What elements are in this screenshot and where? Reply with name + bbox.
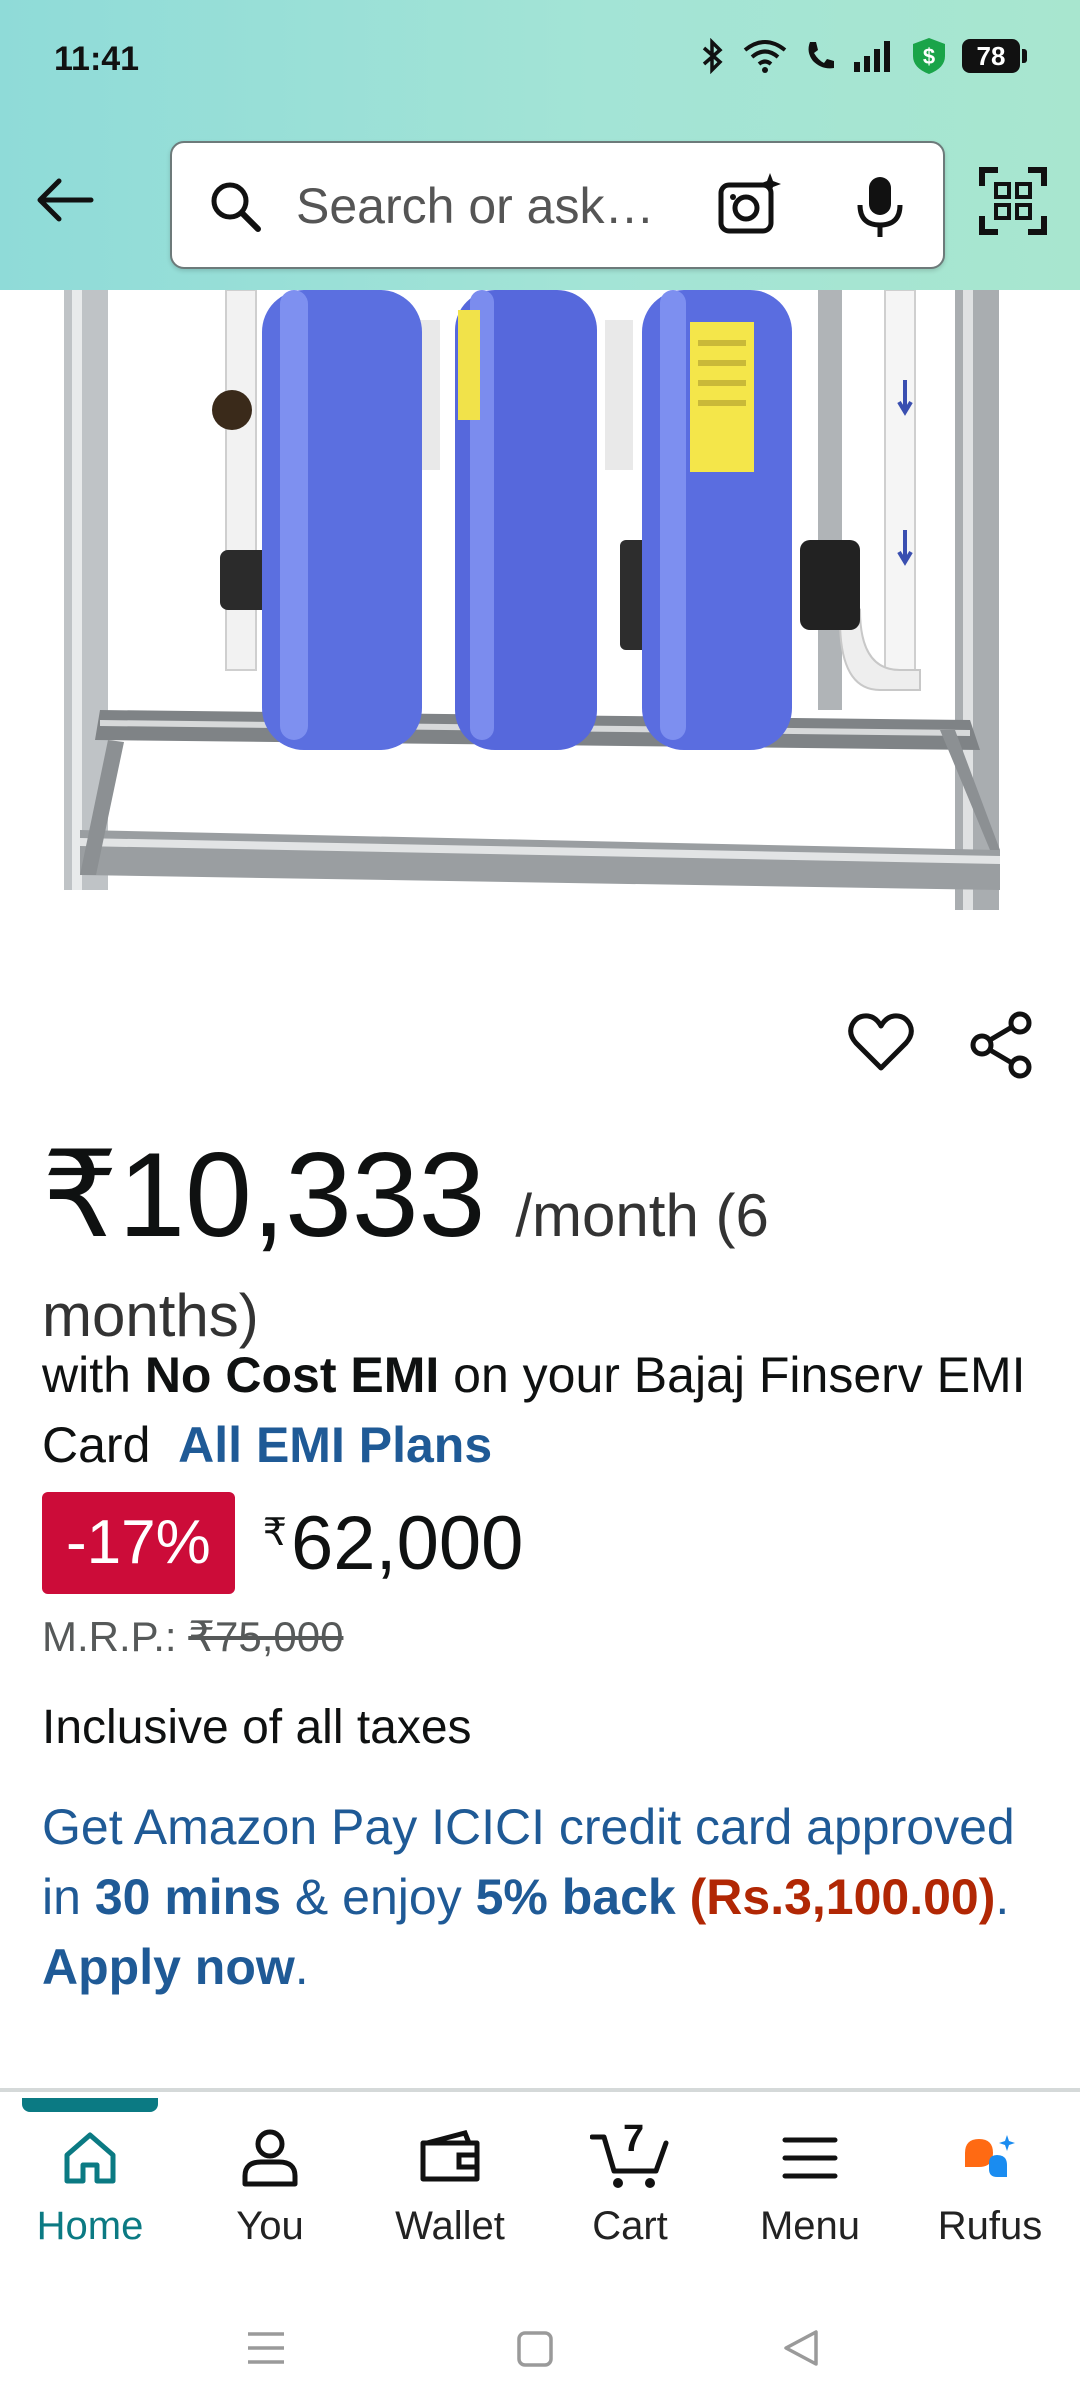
emi-description: with No Cost EMI on your Bajaj Finserv E…	[42, 1340, 1042, 1480]
nav-menu-label: Menu	[759, 2204, 861, 2248]
deal-price-value: 62,000	[290, 1500, 524, 1586]
shield-dollar-icon: $	[913, 38, 945, 74]
credit-card-offer[interactable]: Get Amazon Pay ICICI credit card approve…	[42, 1792, 1042, 2002]
offer-dot: .	[995, 1869, 1010, 1925]
microphone-icon[interactable]	[854, 173, 906, 241]
search-placeholder: Search or ask…	[296, 178, 655, 234]
nav-cart-label: Cart	[592, 2204, 668, 2248]
cart-count-badge: 7	[623, 2118, 645, 2160]
home-square-icon[interactable]	[516, 2330, 554, 2368]
arrow-left-icon	[37, 178, 94, 222]
camera-search-icon[interactable]	[716, 171, 782, 239]
nav-rufus[interactable]: Rufus	[900, 2100, 1080, 2280]
nav-wallet[interactable]: Wallet	[360, 2100, 540, 2280]
wifi-icon	[743, 40, 787, 73]
nav-you-label: You	[236, 2204, 304, 2248]
offer-space	[676, 1869, 690, 1925]
discount-badge: -17%	[42, 1492, 235, 1594]
apply-now-link[interactable]: Apply now	[42, 1939, 295, 1995]
system-navigation-bar	[0, 2300, 1080, 2400]
bottom-nav: Home You Wallet 7 Cart Menu Rufus	[0, 2100, 1080, 2280]
nav-rufus-label: Rufus	[937, 2204, 1043, 2248]
nav-home[interactable]: Home	[0, 2100, 180, 2280]
nav-wallet-label: Wallet	[395, 2204, 505, 2248]
status-icons: $ 78	[698, 36, 1027, 76]
back-button[interactable]	[30, 165, 100, 235]
mrp-label: M.R.P.:	[42, 1613, 189, 1660]
wallet-icon	[420, 2130, 480, 2182]
status-time: 11:41	[54, 40, 140, 78]
offer-amount: (Rs.3,100.00)	[689, 1869, 996, 1925]
signal-icon	[854, 41, 890, 72]
qr-scan-icon[interactable]	[978, 166, 1048, 236]
no-cost-emi-label: No Cost EMI	[144, 1347, 440, 1403]
rufus-assistant-icon	[965, 2135, 1015, 2177]
offer-mins: 30 mins	[94, 1869, 282, 1925]
emi-period: /month (6	[515, 1182, 769, 1249]
nav-cart[interactable]: 7 Cart	[540, 2100, 720, 2280]
heart-icon[interactable]	[848, 1012, 914, 1072]
offer-end: .	[294, 1939, 309, 1995]
emi-price-block: ₹10,333/month (6 months)	[42, 1120, 1042, 1351]
search-input[interactable]: Search or ask…	[170, 141, 945, 269]
svg-text:$: $	[923, 44, 935, 69]
emi-amount: ₹10,333	[42, 1128, 486, 1262]
offer-back: 5% back	[475, 1869, 676, 1925]
offer-text-2: & enjoy	[281, 1869, 476, 1925]
currency-symbol: ₹	[262, 1511, 287, 1554]
back-triangle-icon[interactable]	[780, 2328, 820, 2368]
mrp: M.R.P.: ₹75,000	[42, 1612, 343, 1661]
deal-price: ₹62,000	[263, 1500, 524, 1587]
battery-indicator: 78	[962, 39, 1027, 73]
header: 11:41 $ 78 Search or ask…	[0, 0, 1080, 290]
recents-icon[interactable]	[246, 2330, 286, 2366]
product-image[interactable]	[0, 290, 1080, 930]
share-icon[interactable]	[968, 1010, 1036, 1080]
all-emi-plans-link[interactable]: All EMI Plans	[178, 1417, 492, 1473]
deal-row: -17% ₹62,000	[42, 1492, 523, 1594]
hamburger-menu-icon	[782, 2137, 838, 2179]
water-purifier-image	[64, 290, 1000, 910]
emi-prefix: with	[42, 1347, 145, 1403]
nav-divider	[0, 2088, 1080, 2092]
nav-menu[interactable]: Menu	[720, 2100, 900, 2280]
tax-note: Inclusive of all taxes	[42, 1701, 472, 1754]
search-icon	[211, 182, 261, 232]
bluetooth-icon	[702, 38, 723, 74]
user-icon	[242, 2129, 298, 2187]
home-icon	[64, 2132, 116, 2184]
mrp-value: ₹75,000	[188, 1613, 344, 1660]
call-icon	[808, 42, 834, 69]
nav-you[interactable]: You	[180, 2100, 360, 2280]
nav-home-label: Home	[36, 2204, 144, 2248]
